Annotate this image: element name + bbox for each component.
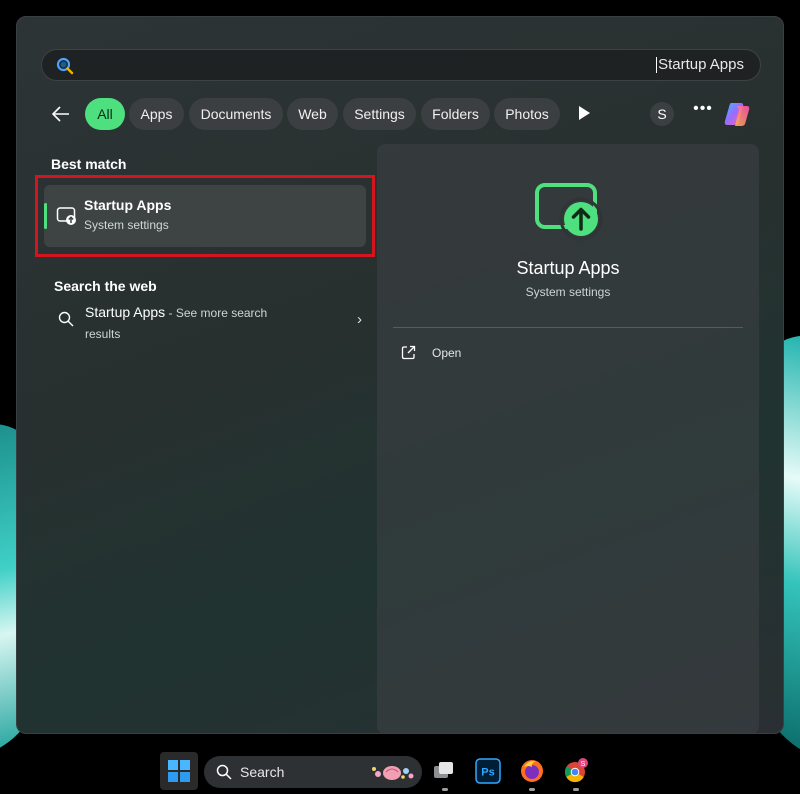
open-external-icon (401, 345, 416, 360)
open-label: Open (432, 346, 462, 360)
search-icon (56, 57, 74, 75)
tab-apps[interactable]: Apps (129, 98, 184, 130)
divider (393, 327, 743, 328)
back-arrow-icon[interactable] (51, 104, 71, 124)
taskbar-search-box[interactable]: Search (204, 756, 422, 788)
chrome-profile-badge: S (581, 761, 586, 768)
search-web-heading: Search the web (54, 278, 157, 294)
avatar[interactable]: S (650, 102, 674, 126)
task-view-icon[interactable] (431, 758, 457, 784)
start-search-panel: Startup Apps All Apps Documents Web Sett… (16, 16, 784, 734)
web-query: Startup Apps (85, 304, 166, 320)
search-icon (58, 311, 74, 327)
results-column: Best match Startup Apps System settings … (17, 147, 377, 707)
chevron-right-icon[interactable]: › (357, 311, 362, 328)
tab-web[interactable]: Web (287, 98, 338, 130)
running-indicator (442, 788, 448, 791)
preview-pane: Startup Apps System settings Open (377, 144, 759, 733)
preview-title: Startup Apps (516, 258, 620, 278)
more-options-button[interactable]: ••• (691, 100, 715, 124)
photoshop-icon[interactable]: Ps (475, 758, 501, 784)
taskbar-search-label: Search (240, 764, 285, 780)
taskbar: Search Ps S (0, 750, 800, 794)
search-query-text: Startup Apps (656, 56, 744, 73)
tab-all[interactable]: All (85, 98, 125, 130)
web-search-result[interactable]: Startup Apps - See more search results › (44, 297, 366, 345)
filter-bar: All Apps Documents Web Settings Folders … (41, 97, 761, 131)
search-input[interactable]: Startup Apps (41, 49, 761, 81)
startup-apps-icon (535, 183, 603, 241)
search-highlight-doodle-icon (372, 766, 414, 780)
best-match-heading: Best match (51, 156, 127, 172)
copilot-icon[interactable] (723, 100, 753, 128)
running-indicator (573, 788, 579, 791)
highlight-box (35, 175, 375, 257)
chrome-icon[interactable]: S (563, 758, 589, 784)
web-result-text: Startup Apps - See more search results (85, 302, 285, 344)
running-indicator (529, 788, 535, 791)
search-icon (216, 764, 232, 780)
play-icon[interactable] (579, 106, 590, 120)
tab-folders[interactable]: Folders (421, 98, 490, 130)
start-button[interactable] (160, 752, 198, 790)
tab-photos[interactable]: Photos (494, 98, 560, 130)
photoshop-label: Ps (481, 767, 494, 779)
firefox-icon[interactable] (519, 758, 545, 784)
tab-documents[interactable]: Documents (189, 98, 283, 130)
tab-settings[interactable]: Settings (343, 98, 416, 130)
preview-subtitle: System settings (525, 285, 611, 299)
windows-logo-icon (168, 760, 190, 782)
open-button[interactable]: Open (401, 343, 521, 365)
